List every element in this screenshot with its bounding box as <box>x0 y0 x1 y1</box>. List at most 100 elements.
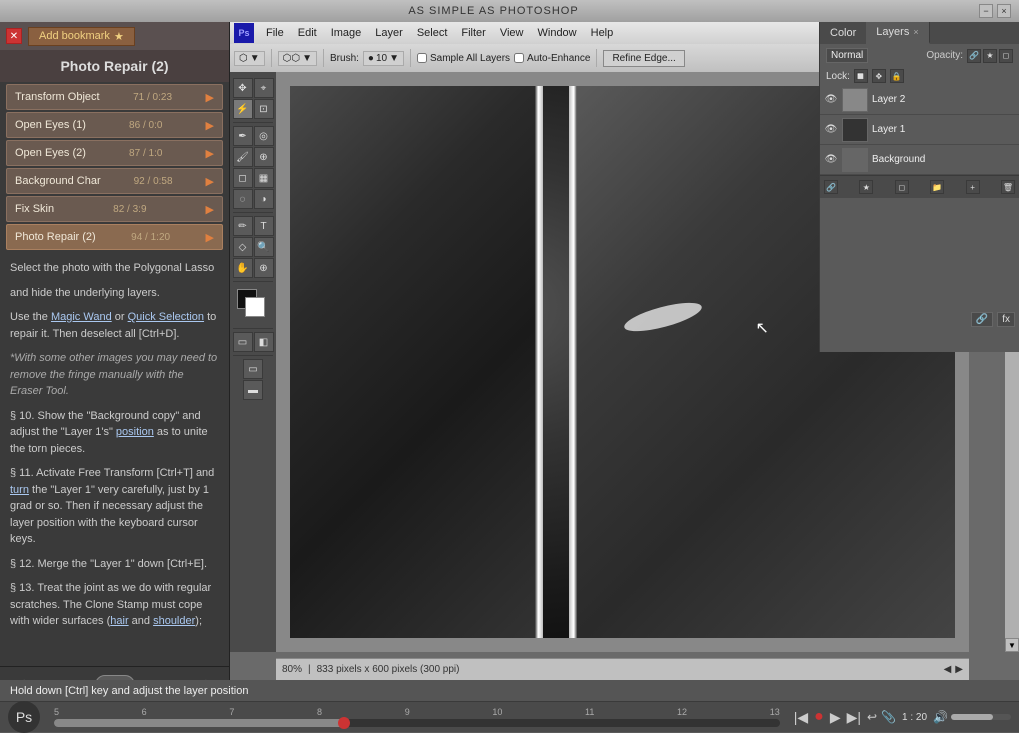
volume-icon[interactable]: 🔊 <box>933 710 948 724</box>
layer-visibility-icon[interactable]: 👁 <box>824 93 838 107</box>
menu-help[interactable]: Help <box>585 25 620 41</box>
magic-wand-link[interactable]: Magic Wand <box>51 311 112 323</box>
add-bookmark-button[interactable]: Add bookmark ★ <box>28 27 135 46</box>
background-color[interactable] <box>245 297 265 317</box>
ps-toolbox: ✥ ⌖ ⚡ ⊡ ✒ ◎ 🖌 ⊕ ◻ ▦ ◌ ◑ ✏ T ◇ <box>230 72 276 652</box>
magic-wand-tool[interactable]: ⚡ <box>233 99 253 119</box>
new-group-btn[interactable]: 📁 <box>930 180 944 194</box>
step-photo-repair-2[interactable]: Photo Repair (2) 94 / 1:20 ▶ <box>6 224 223 250</box>
sample-all-checkbox[interactable]: Sample All Layers <box>417 53 510 64</box>
hand-tool[interactable]: ✋ <box>233 258 253 278</box>
loop-icon[interactable]: ↩ <box>867 710 877 724</box>
menu-filter[interactable]: Filter <box>455 25 491 41</box>
selection-mode-btn[interactable]: ⬡ ▼ <box>234 51 265 66</box>
layer-item-1[interactable]: 👁 Layer 1 <box>820 115 1019 145</box>
type-tool[interactable]: T <box>254 216 274 236</box>
link-icon-btn[interactable]: 🔗 <box>971 312 993 327</box>
delete-layer-btn[interactable]: 🗑 <box>1001 180 1015 194</box>
scroll-down-button[interactable]: ▼ <box>1005 638 1019 652</box>
bookmark-icon[interactable]: 📎 <box>881 710 896 724</box>
quick-mask-btn[interactable]: ◧ <box>254 332 274 352</box>
scroll-controls[interactable]: ◀ ▶ <box>944 664 963 675</box>
menu-file[interactable]: File <box>260 25 290 41</box>
timeline-track[interactable] <box>54 719 780 727</box>
scroll-left-btn[interactable]: ◀ <box>944 664 952 675</box>
quick-selection-link[interactable]: Quick Selection <box>128 311 204 323</box>
layer-mask-icon[interactable]: ◻ <box>999 49 1013 63</box>
move-tool[interactable]: ✥ <box>233 78 253 98</box>
sample-all-input[interactable] <box>417 53 427 63</box>
menu-image[interactable]: Image <box>325 25 368 41</box>
step-open-eyes-2[interactable]: Open Eyes (2) 87 / 1:0 ▶ <box>6 140 223 166</box>
window-controls[interactable]: − × <box>979 4 1011 18</box>
lock-pixels-icon[interactable]: 🔲 <box>854 69 868 83</box>
new-layer-btn[interactable]: + <box>966 180 980 194</box>
eyedropper-tool[interactable]: ✒ <box>233 126 253 146</box>
close-button[interactable]: × <box>997 4 1011 18</box>
lesson-icon-button[interactable]: Ps <box>8 701 40 733</box>
layer-visibility-icon[interactable]: 👁 <box>824 123 838 137</box>
zoom2-tool[interactable]: ⊕ <box>254 258 274 278</box>
step-transform-object[interactable]: Transform Object 71 / 0:23 ▶ <box>6 84 223 110</box>
standard-mode-btn[interactable]: ▭ <box>233 332 253 352</box>
screen-mode2-btn[interactable]: ▬ <box>243 380 263 400</box>
layer-item-2[interactable]: 👁 Layer 2 <box>820 85 1019 115</box>
blur-tool[interactable]: ◌ <box>233 189 253 209</box>
scroll-right-btn[interactable]: ▶ <box>955 664 963 675</box>
time-display: 1 : 20 <box>902 712 927 723</box>
add-style-btn[interactable]: ★ <box>859 180 873 194</box>
playhead[interactable] <box>338 717 350 729</box>
bookmark-close-button[interactable]: ✕ <box>6 28 22 44</box>
fx-button[interactable]: fx <box>997 312 1015 327</box>
menu-layer[interactable]: Layer <box>369 25 409 41</box>
lasso-tool[interactable]: ⌖ <box>254 78 274 98</box>
refine-edge-button[interactable]: Refine Edge... <box>603 50 684 67</box>
record-btn[interactable]: ● <box>814 708 824 726</box>
hair-link[interactable]: hair <box>110 615 128 627</box>
position-link[interactable]: position <box>116 426 154 438</box>
clone-stamp-tool[interactable]: ⊕ <box>254 147 274 167</box>
menu-view[interactable]: View <box>494 25 530 41</box>
auto-enhance-input[interactable] <box>514 53 524 63</box>
brush-size-btn[interactable]: ● 10 ▼ <box>363 51 404 66</box>
layer-visibility-icon[interactable]: 👁 <box>824 153 838 167</box>
link-layers-btn[interactable]: 🔗 <box>824 180 838 194</box>
lasso-mode-btn[interactable]: ⬡⬡ ▼ <box>278 51 317 66</box>
crop-tool[interactable]: ⊡ <box>254 99 274 119</box>
minimize-button[interactable]: − <box>979 4 993 18</box>
step-fix-skin[interactable]: Fix Skin 82 / 3:9 ▶ <box>6 196 223 222</box>
blend-mode-selector[interactable]: Normal <box>826 48 868 63</box>
spot-heal-tool[interactable]: ◎ <box>254 126 274 146</box>
menu-window[interactable]: Window <box>532 25 583 41</box>
pen-tool[interactable]: ✏ <box>233 216 253 236</box>
layers-tab[interactable]: Layers × <box>866 22 929 44</box>
auto-enhance-checkbox[interactable]: Auto-Enhance <box>514 53 590 64</box>
color-picker[interactable] <box>237 289 269 321</box>
zoom-tool[interactable]: 🔍 <box>254 237 274 257</box>
step-open-eyes-1[interactable]: Open Eyes (1) 86 / 0:0 ▶ <box>6 112 223 138</box>
eraser-tool[interactable]: ◻ <box>233 168 253 188</box>
turn-link[interactable]: turn <box>10 484 29 496</box>
toolbox-mode-row: ▭ ◧ <box>233 332 274 352</box>
next-frame-btn[interactable]: ▶| <box>847 709 861 726</box>
step-background-char[interactable]: Background Char 92 / 0:58 ▶ <box>6 168 223 194</box>
color-tab[interactable]: Color <box>820 22 866 44</box>
volume-slider[interactable] <box>951 714 1011 720</box>
gradient-tool[interactable]: ▦ <box>254 168 274 188</box>
layer-link-icon[interactable]: 🔗 <box>967 49 981 63</box>
add-mask-btn[interactable]: ◻ <box>895 180 909 194</box>
screen-mode-btn[interactable]: ▭ <box>243 359 263 379</box>
layer-item-background[interactable]: 👁 Background <box>820 145 1019 175</box>
layers-panel-close[interactable]: × <box>913 27 918 37</box>
shape-tool[interactable]: ◇ <box>233 237 253 257</box>
lock-move-icon[interactable]: ✥ <box>872 69 886 83</box>
play-btn[interactable]: ▶ <box>830 709 841 726</box>
menu-select[interactable]: Select <box>411 25 454 41</box>
shoulder-link[interactable]: shoulder <box>153 615 195 627</box>
lock-all-icon[interactable]: 🔒 <box>890 69 904 83</box>
dodge-tool[interactable]: ◑ <box>254 189 274 209</box>
brush-tool[interactable]: 🖌 <box>233 147 253 167</box>
layer-style-icon[interactable]: ★ <box>983 49 997 63</box>
prev-frame-btn[interactable]: |◀ <box>794 709 808 726</box>
menu-edit[interactable]: Edit <box>292 25 323 41</box>
